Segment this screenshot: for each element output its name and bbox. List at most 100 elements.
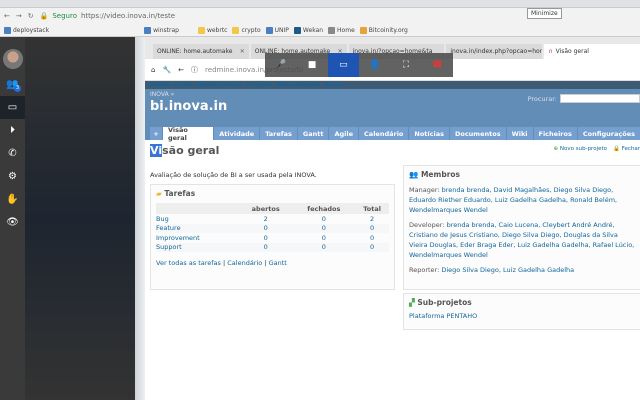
lock-icon: 🔒 xyxy=(613,146,620,152)
close-project-link[interactable]: 🔒 Fechar xyxy=(613,146,640,152)
url-text: https://video.inova.in/teste xyxy=(80,12,176,20)
phone-icon[interactable]: ✆ xyxy=(0,142,25,165)
closed-count[interactable]: 0 xyxy=(292,214,355,224)
total-count[interactable]: 0 xyxy=(355,242,389,252)
shared-screen: ONLINE: home.automake ✕ ONLINE: home.auto… xyxy=(145,37,640,400)
role-label: Developer: xyxy=(409,221,445,229)
open-count[interactable]: 0 xyxy=(239,233,292,243)
hangup-icon[interactable]: ☎ xyxy=(422,53,453,77)
home-icon[interactable]: ⌂ xyxy=(151,66,155,74)
tab-issues[interactable]: Tarefas xyxy=(260,127,297,140)
inner-tab[interactable]: inova.in/index.php?opcao=hor✕ xyxy=(446,44,543,59)
menu-projects[interactable]: Projetos xyxy=(246,82,272,88)
issues-box: ▰ Tarefas abertos fechados Total Bug 2 0 2 Fe… xyxy=(150,184,395,290)
role-label: Manager: xyxy=(409,186,440,194)
menu-home[interactable]: Página Inicial xyxy=(150,82,192,88)
tab-activity[interactable]: Atividade xyxy=(214,127,260,140)
bookmark-label: Bitcoinity.org xyxy=(368,26,408,34)
col-header: Total xyxy=(355,203,389,214)
secure-label: Seguro xyxy=(52,12,77,20)
bookmark[interactable]: winstrap xyxy=(144,26,179,34)
closed-count[interactable]: 0 xyxy=(292,233,355,243)
total-count[interactable]: 0 xyxy=(355,223,389,233)
open-count[interactable]: 2 xyxy=(239,214,292,224)
close-icon[interactable]: ✕ xyxy=(240,48,245,55)
tab-gantt[interactable]: Gantt xyxy=(297,127,329,140)
bookmark[interactable]: crypto xyxy=(232,26,261,34)
bookmark-label: deploystack xyxy=(13,26,50,34)
url-field[interactable]: 🔒 Seguro https://video.inova.in/teste xyxy=(40,12,175,20)
eye-icon[interactable]: 👁 xyxy=(0,211,25,234)
bookmark[interactable]: Bitcoinity.org xyxy=(359,26,408,34)
inner-tab[interactable]: ONLINE: home.automake ✕ xyxy=(153,44,249,59)
tab-documents[interactable]: Documentos xyxy=(449,127,506,140)
menu-admin[interactable]: Administração xyxy=(276,82,321,88)
tab-new[interactable]: + xyxy=(150,127,162,140)
view-all-issues-link[interactable]: Ver todas as tarefas xyxy=(156,259,221,267)
participants-badge: 3 xyxy=(14,85,21,92)
tracker-link[interactable]: Improvement xyxy=(156,233,239,243)
menu-help[interactable]: Ajuda xyxy=(325,82,343,88)
search-input[interactable] xyxy=(560,94,640,103)
calendar-link[interactable]: Calendário xyxy=(227,259,262,267)
wrench-icon[interactable]: 🔧 xyxy=(162,66,171,74)
reporter-list[interactable]: Diego Silva Diego, Luiz Gadelha Gadelha xyxy=(441,266,574,274)
subproject-link[interactable]: Plataforma PENTAHO xyxy=(409,312,477,320)
fullscreen-icon[interactable]: ⛶ xyxy=(390,53,421,77)
avatar[interactable] xyxy=(2,49,23,69)
bookmark[interactable]: webrtc xyxy=(197,26,227,34)
open-count[interactable]: 0 xyxy=(239,242,293,252)
total-count[interactable]: 0 xyxy=(355,233,389,243)
search-label: Procurar: xyxy=(527,94,557,103)
menu-my-page[interactable]: Página Pessoal xyxy=(196,82,243,88)
participants-icon[interactable]: 👥 3 xyxy=(0,73,25,96)
contextual-actions: ⊕ Novo sub-projeto 🔒 Fechar xyxy=(554,146,640,152)
col-header: fechados xyxy=(292,203,356,214)
reload-icon[interactable]: ↻ xyxy=(28,12,34,20)
open-count[interactable]: 0 xyxy=(239,223,293,233)
gantt-link[interactable]: Gantt xyxy=(269,259,287,267)
bookmark[interactable]: deploystack xyxy=(4,26,50,34)
tracker-link[interactable]: Bug xyxy=(156,214,239,224)
screen-edge xyxy=(135,37,145,400)
tracker-link[interactable]: Feature xyxy=(156,223,240,233)
tab-settings[interactable]: Configurações xyxy=(577,127,640,140)
bookmark[interactable]: Wekan xyxy=(293,26,323,34)
lock-icon: 🔒 xyxy=(39,12,49,20)
subprojects-heading: ▞ Sub-projetos xyxy=(409,298,637,307)
closed-count[interactable]: 0 xyxy=(292,242,356,252)
tab-news[interactable]: Notícias xyxy=(409,127,449,140)
tracker-link[interactable]: Support xyxy=(156,242,240,252)
screen-share-icon[interactable]: ▭ xyxy=(327,53,359,77)
raise-hand-icon[interactable]: ✋ xyxy=(0,188,25,211)
members-title: Membros xyxy=(420,170,461,179)
bookmark[interactable]: UNIP xyxy=(265,26,289,34)
outer-tab-strip[interactable] xyxy=(0,0,640,8)
record-icon[interactable]: ⏵ xyxy=(0,119,25,142)
close-label: Fechar xyxy=(621,146,640,152)
forward-icon[interactable]: → xyxy=(16,12,22,20)
gear-icon[interactable]: ⚙ xyxy=(0,165,25,188)
tab-files[interactable]: Ficheiros xyxy=(533,127,577,140)
bookmark-icon xyxy=(4,26,11,34)
tab-agile[interactable]: Agile xyxy=(329,127,359,140)
back-icon[interactable]: ← xyxy=(178,66,184,74)
table-row: Improvement 0 0 0 xyxy=(156,233,389,243)
inner-tab-active[interactable]: ∩ Visão geral xyxy=(544,44,640,59)
manager-list[interactable]: brenda brenda, David Magalhães, Diego Si… xyxy=(409,186,617,214)
chat-icon[interactable]: ▭ xyxy=(0,96,25,119)
members-heading: 👥 Membros xyxy=(409,170,637,180)
invite-icon[interactable]: 👤 xyxy=(359,53,390,77)
camera-icon[interactable]: ■ xyxy=(296,53,327,77)
tab-wiki[interactable]: Wiki xyxy=(506,127,533,140)
closed-count[interactable]: 0 xyxy=(292,223,356,233)
issues-title: Tarefas xyxy=(164,189,196,198)
filmstrip-panel xyxy=(25,37,135,400)
total-count[interactable]: 2 xyxy=(355,214,389,224)
back-icon[interactable]: ← xyxy=(4,12,10,20)
tab-overview[interactable]: Visão geral xyxy=(163,126,214,142)
tab-calendar[interactable]: Calendário xyxy=(359,127,409,140)
microphone-icon[interactable]: 🎤 xyxy=(265,53,296,77)
bookmark[interactable]: Home xyxy=(328,26,355,34)
new-subproject-link[interactable]: ⊕ Novo sub-projeto xyxy=(554,146,607,152)
